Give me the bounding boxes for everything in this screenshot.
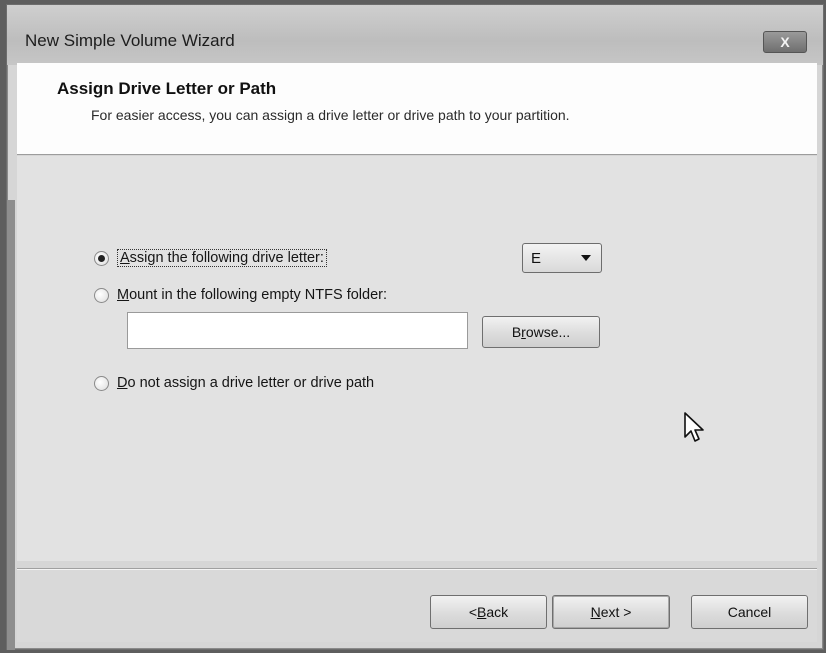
wizard-header: Assign Drive Letter or Path For easier a…	[17, 63, 817, 155]
wizard-footer: < Back Next > Cancel	[17, 570, 817, 642]
drive-letter-value: E	[531, 249, 542, 267]
radio-button-no-assign[interactable]	[94, 375, 109, 391]
folder-path-input[interactable]	[127, 312, 468, 349]
title-bar: New Simple Volume Wizard X	[7, 5, 823, 65]
drive-letter-select[interactable]: E	[522, 243, 602, 273]
back-button[interactable]: < Back	[430, 595, 547, 629]
radio-label-assign-letter[interactable]: Assign the following drive letter:	[117, 249, 327, 267]
radio-mount-folder[interactable]: Mount in the following empty NTFS folder…	[94, 287, 387, 303]
wizard-content: Assign the following drive letter: E Mou…	[17, 156, 817, 561]
radio-label-no-assign[interactable]: Do not assign a drive letter or drive pa…	[117, 375, 374, 391]
mouse-pointer-icon	[684, 412, 704, 442]
cancel-button[interactable]: Cancel	[691, 595, 808, 629]
chevron-down-icon[interactable]	[581, 255, 591, 261]
wizard-window: New Simple Volume Wizard X Assign Drive …	[6, 4, 824, 650]
next-button[interactable]: Next >	[552, 595, 670, 629]
close-icon: X	[780, 34, 790, 50]
page-subtitle: For easier access, you can assign a driv…	[91, 107, 570, 123]
radio-assign-letter[interactable]: Assign the following drive letter:	[94, 249, 327, 267]
browse-button[interactable]: Br owse...	[482, 316, 600, 348]
page-title: Assign Drive Letter or Path	[57, 79, 277, 98]
radio-button-assign-letter[interactable]	[94, 250, 109, 266]
radio-label-mount-folder[interactable]: Mount in the following empty NTFS folder…	[117, 287, 387, 303]
window-edge-shade	[7, 200, 15, 650]
close-button[interactable]: X	[763, 31, 807, 53]
radio-no-assign[interactable]: Do not assign a drive letter or drive pa…	[94, 375, 374, 391]
window-title: New Simple Volume Wizard	[25, 31, 235, 50]
radio-button-mount-folder[interactable]	[94, 287, 109, 303]
